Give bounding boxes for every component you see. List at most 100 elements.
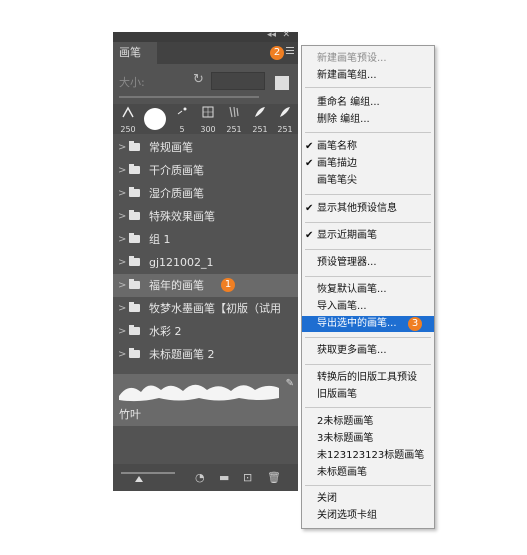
folder-icon — [129, 210, 140, 220]
preview-size-slider[interactable] — [121, 472, 175, 474]
menu-item-brush-name[interactable]: ✔ 画笔名称 — [302, 139, 434, 155]
menu-item-converted-legacy-presets[interactable]: 转换后的旧版工具预设 — [302, 370, 434, 386]
menu-item-close[interactable]: 关闭 — [302, 491, 434, 507]
chevron-right-icon[interactable]: > — [118, 228, 126, 251]
menu-item-brush-set[interactable]: 未标题画笔 — [302, 465, 434, 481]
brush-tip-icon — [229, 106, 239, 118]
chevron-right-icon[interactable]: > — [118, 251, 126, 274]
checkmark-icon: ✔ — [305, 203, 314, 214]
brush-item-label: 竹叶 — [119, 408, 141, 421]
folder-icon — [129, 348, 140, 358]
step-badge: 2 — [270, 46, 284, 60]
menu-item-delete-group[interactable]: 删除 编组... — [302, 112, 434, 128]
brush-folder-list: > 常规画笔 > 干介质画笔 > 湿介质画笔 > 特殊效果画笔 > 组 1 > gj1210… — [113, 136, 298, 366]
folder-row[interactable]: > 水彩 2 — [113, 320, 298, 343]
menu-item-rename-group[interactable]: 重命名 编组... — [302, 95, 434, 111]
folder-row[interactable]: > 干介质画笔 — [113, 159, 298, 182]
trash-icon[interactable]: 🗑 — [267, 471, 281, 484]
square-brush-icon — [202, 106, 214, 118]
folder-label: gj121002_1 — [149, 256, 214, 269]
folder-row[interactable]: > 组 1 — [113, 228, 298, 251]
toggle-preview-icon[interactable]: ◔ — [195, 471, 205, 484]
panel-tab-row: 画笔 2 — [113, 42, 298, 64]
preset-brush[interactable]: 250 — [115, 104, 141, 134]
folder-row[interactable]: > 湿介质画笔 — [113, 182, 298, 205]
size-input[interactable] — [211, 72, 265, 90]
menu-divider — [305, 276, 431, 277]
small-brush-icon — [177, 107, 187, 115]
menu-item-brush-stroke[interactable]: ✔ 画笔描边 — [302, 156, 434, 172]
folder-row[interactable]: > 常规画笔 — [113, 136, 298, 159]
menu-item-close-tab-group[interactable]: 关闭选项卡组 — [302, 508, 434, 524]
folder-label: 特殊效果画笔 — [149, 210, 215, 223]
folder-row-selected[interactable]: > 福年的画笔 1 — [113, 274, 298, 297]
collapse-icon[interactable]: ◂◂ — [267, 30, 276, 40]
menu-item-brush-set[interactable]: 2未标题画笔 — [302, 414, 434, 430]
reset-icon[interactable]: ↻ — [193, 72, 204, 87]
preset-size: 250 — [120, 125, 136, 134]
size-slider[interactable] — [119, 96, 259, 98]
menu-item-preset-manager[interactable]: 预设管理器... — [302, 255, 434, 271]
brush-item[interactable]: ✎ 竹叶 — [113, 374, 298, 426]
chevron-right-icon[interactable]: > — [118, 274, 126, 297]
menu-item-export-selected[interactable]: 导出选中的画笔... 3 — [302, 316, 434, 332]
chevron-right-icon[interactable]: > — [118, 159, 126, 182]
menu-divider — [305, 337, 431, 338]
folder-row[interactable]: > 牧梦水墨画笔【初版（试用 — [113, 297, 298, 320]
folder-row[interactable]: > gj121002_1 — [113, 251, 298, 274]
menu-item-import-brushes[interactable]: 导入画笔... — [302, 299, 434, 315]
folder-label: 湿介质画笔 — [149, 187, 204, 200]
brush-settings-icon[interactable] — [275, 76, 289, 90]
chevron-right-icon[interactable]: > — [118, 136, 126, 159]
preset-brush[interactable]: 251 — [272, 104, 298, 134]
close-icon[interactable]: ✕ — [282, 30, 290, 40]
size-label: 大小: — [119, 76, 145, 89]
menu-divider — [305, 132, 431, 133]
menu-divider — [305, 364, 431, 365]
menu-item-brush-set[interactable]: 3未标题画笔 — [302, 431, 434, 447]
menu-item-legacy-brushes[interactable]: 旧版画笔 — [302, 387, 434, 403]
menu-item-show-recent[interactable]: ✔ 显示近期画笔 — [302, 228, 434, 244]
folder-icon — [129, 233, 140, 243]
chevron-right-icon[interactable]: > — [118, 320, 126, 343]
panel-title-strip: ◂◂ ✕ — [113, 30, 298, 42]
panel-menu-icon[interactable] — [286, 47, 294, 57]
chevron-right-icon[interactable]: > — [118, 205, 126, 228]
preset-brush[interactable]: 251 — [247, 104, 273, 134]
leaf-brush-icon — [280, 107, 290, 117]
new-group-icon[interactable]: ▬ — [219, 471, 229, 484]
menu-item-get-more[interactable]: 获取更多画笔... — [302, 343, 434, 359]
tab-brushes[interactable]: 画笔 — [113, 42, 157, 64]
preset-brush[interactable]: 300 — [195, 104, 221, 134]
chevron-right-icon[interactable]: > — [118, 182, 126, 205]
menu-item-new-brush-group[interactable]: 新建画笔组... — [302, 68, 434, 84]
preset-brush[interactable]: 5 — [169, 104, 195, 134]
checkmark-icon: ✔ — [305, 230, 314, 241]
folder-label: 福年的画笔 — [149, 279, 204, 292]
menu-divider — [305, 194, 431, 195]
recent-brushes: 250 5 300 251 251 251 — [113, 104, 298, 134]
preset-size: 251 — [277, 125, 293, 134]
chevron-right-icon[interactable]: > — [118, 297, 126, 320]
menu-item-restore-default[interactable]: 恢复默认画笔... — [302, 282, 434, 298]
new-brush-icon[interactable]: ⊡ — [243, 471, 252, 484]
brush-stroke-preview — [119, 384, 279, 402]
checkmark-icon: ✔ — [305, 158, 314, 169]
folder-row[interactable]: > 特殊效果画笔 — [113, 205, 298, 228]
brush-tip-icon — [122, 106, 134, 118]
preset-brush[interactable] — [141, 104, 167, 134]
round-brush-icon — [144, 108, 166, 130]
chevron-right-icon[interactable]: > — [118, 343, 126, 366]
folder-label: 未标题画笔 2 — [149, 348, 215, 361]
menu-divider — [305, 87, 431, 88]
step-badge: 3 — [408, 317, 422, 331]
menu-item-brush-set[interactable]: 未123123123标题画笔 — [302, 448, 434, 464]
menu-item-brush-tip[interactable]: 画笔笔尖 — [302, 173, 434, 189]
slider-thumb[interactable] — [135, 476, 143, 482]
menu-divider — [305, 222, 431, 223]
folder-row[interactable]: > 未标题画笔 2 — [113, 343, 298, 366]
menu-item-new-brush-preset[interactable]: 新建画笔预设... — [302, 51, 434, 67]
menu-item-show-preset-info[interactable]: ✔ 显示其他预设信息 — [302, 201, 434, 217]
preset-brush[interactable]: 251 — [221, 104, 247, 134]
panel-bottom-bar: ◔ ▬ ⊡ 🗑 — [113, 464, 298, 491]
